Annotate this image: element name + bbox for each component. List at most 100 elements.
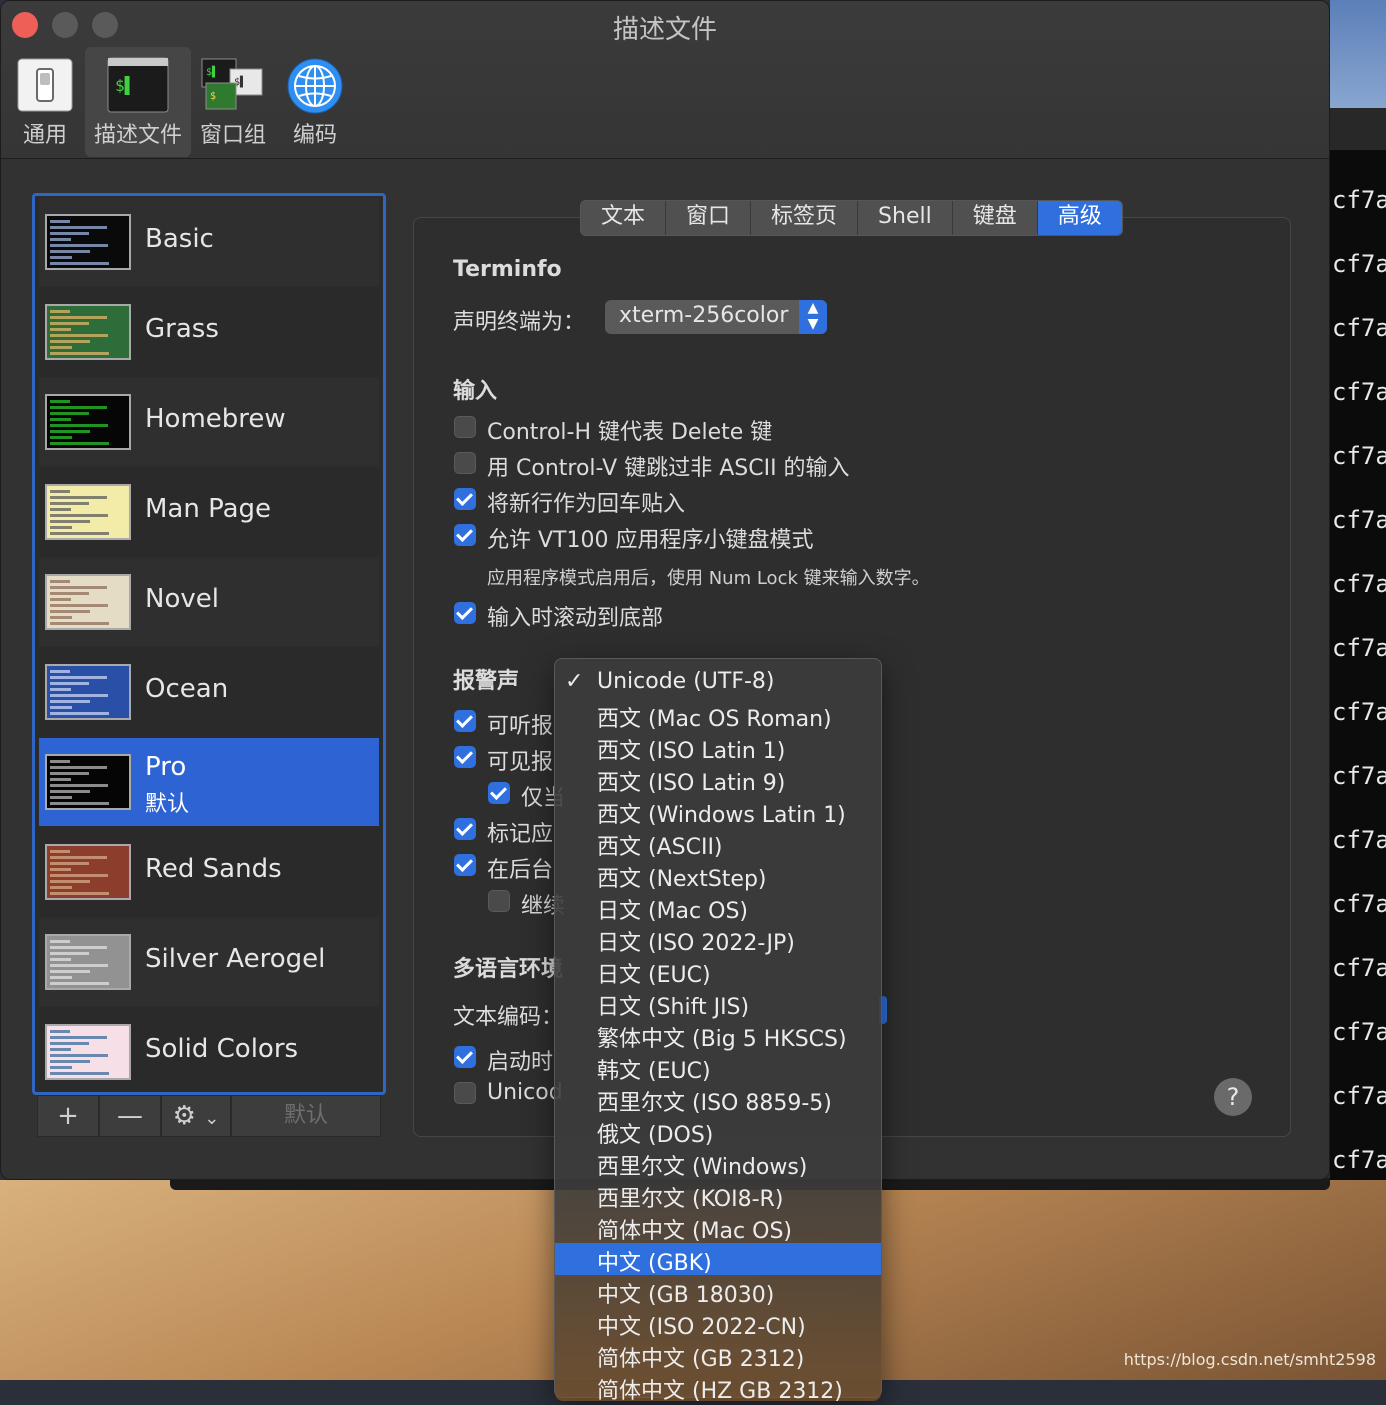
terminal-type-select[interactable]: xterm-256color ▲ ▼ — [605, 300, 827, 334]
background-terminal-titlebar — [1330, 108, 1386, 150]
text-encoding-menu[interactable]: ✓ Unicode (UTF-8) 西文 (Mac OS Roman) 西文 (ISO… — [554, 658, 882, 1404]
terminal-line: cf7a — [1332, 1018, 1386, 1046]
gear-icon: ⚙ — [172, 1101, 196, 1131]
checkbox-label: 可见报 — [487, 750, 554, 775]
encoding-menu-item[interactable]: 西文 (ASCII) — [555, 827, 881, 860]
terminal-profile-icon: $▌ — [107, 57, 169, 113]
encoding-menu-item[interactable]: 简体中文 (GB 2312) — [555, 1339, 881, 1372]
profile-row[interactable]: Basic — [39, 198, 379, 286]
terminal-line: cf7a — [1332, 378, 1386, 406]
set-default-button[interactable]: 默认 — [231, 1095, 381, 1137]
checkbox-label: 允许 VT100 应用程序小键盘模式 — [487, 528, 814, 553]
checkmark-icon: ✓ — [565, 669, 584, 694]
declare-terminal-label: 声明终端为： — [453, 310, 586, 335]
checkbox[interactable] — [454, 524, 476, 546]
terminal-line: cf7a — [1332, 634, 1386, 662]
up-down-arrows-icon: ▲ ▼ — [799, 300, 827, 334]
toolbar-general[interactable]: 通用 — [11, 47, 79, 157]
encoding-menu-item[interactable]: 简体中文 (Mac OS) — [555, 1211, 881, 1244]
encoding-menu-item[interactable]: 西里尔文 (ISO 8859-5) — [555, 1083, 881, 1116]
profile-thumbnail — [45, 574, 131, 630]
tab-1[interactable]: 窗口 — [666, 201, 752, 235]
encoding-menu-item-label: 俄文 (DOS) — [597, 1123, 714, 1148]
profile-name: Novel — [145, 584, 219, 614]
scroll-to-bottom-checkbox[interactable] — [454, 602, 476, 624]
encoding-menu-item[interactable]: 西里尔文 (Windows) — [555, 1147, 881, 1180]
profile-row[interactable]: Ocean — [39, 648, 379, 736]
profile-row[interactable]: Solid Colors — [39, 1008, 379, 1092]
encoding-menu-item[interactable]: 西文 (ISO Latin 1) — [555, 731, 881, 764]
profile-row[interactable]: Silver Aerogel — [39, 918, 379, 1006]
terminal-line: cf7a — [1332, 762, 1386, 790]
encoding-menu-item[interactable]: 日文 (Mac OS) — [555, 891, 881, 924]
checkbox[interactable] — [454, 488, 476, 510]
tab-5[interactable]: 高级 — [1037, 201, 1122, 235]
profile-row[interactable]: Homebrew — [39, 378, 379, 466]
checkbox[interactable] — [454, 710, 476, 732]
watermark: https://blog.csdn.net/smht2598 — [1123, 1350, 1376, 1369]
toolbar-profiles[interactable]: $▌ 描述文件 — [85, 47, 191, 157]
checkbox[interactable] — [454, 854, 476, 876]
checkbox[interactable] — [454, 1046, 476, 1068]
encoding-menu-item-label: 西里尔文 (ISO 8859-5) — [597, 1091, 832, 1116]
profile-thumbnail — [45, 754, 131, 810]
tab-4[interactable]: 键盘 — [953, 201, 1038, 235]
profile-row[interactable]: Pro 默认 — [39, 738, 379, 826]
profile-thumbnail — [45, 304, 131, 360]
encoding-menu-item[interactable]: 西里尔文 (KOI8-R) — [555, 1179, 881, 1212]
toolbar-encodings[interactable]: 编码 — [281, 47, 349, 157]
checkbox-label: 将新行作为回车贴入 — [487, 492, 686, 517]
checkbox[interactable] — [454, 746, 476, 768]
tab-3[interactable]: Shell — [858, 201, 953, 235]
checkbox-label: 用 Control-V 键跳过非 ASCII 的输入 — [487, 456, 850, 481]
chevron-down-icon: ⌄ — [204, 1108, 220, 1129]
checkbox[interactable] — [488, 782, 510, 804]
encoding-menu-item[interactable]: 韩文 (EUC) — [555, 1051, 881, 1084]
encoding-menu-item[interactable]: 繁体中文 (Big 5 HKSCS) — [555, 1019, 881, 1052]
encoding-menu-item[interactable]: ✓ Unicode (UTF-8) — [555, 667, 881, 699]
encoding-menu-item[interactable]: 西文 (Windows Latin 1) — [555, 795, 881, 828]
encoding-menu-item[interactable]: 中文 (GB 18030) — [555, 1275, 881, 1308]
profile-row[interactable]: Red Sands — [39, 828, 379, 916]
encoding-menu-item[interactable]: 西文 (NextStep) — [555, 859, 881, 892]
encoding-menu-item[interactable]: 中文 (GBK) — [555, 1243, 881, 1276]
tab-0[interactable]: 文本 — [581, 201, 667, 235]
svg-text:$▌: $▌ — [206, 65, 218, 78]
encoding-menu-item[interactable]: 日文 (Shift JIS) — [555, 987, 881, 1020]
remove-profile-button[interactable]: — — [99, 1095, 161, 1137]
intl-heading: 多语言环境 — [453, 957, 564, 982]
encoding-menu-item[interactable]: 日文 (EUC) — [555, 955, 881, 988]
checkbox[interactable] — [454, 818, 476, 840]
profile-row[interactable]: Novel — [39, 558, 379, 646]
encoding-menu-item[interactable]: 中文 (ISO 2022-CN) — [555, 1307, 881, 1340]
svg-text:$: $ — [210, 91, 216, 102]
checkbox[interactable] — [488, 890, 510, 912]
profile-thumbnail — [45, 844, 131, 900]
profile-row[interactable]: Grass — [39, 288, 379, 376]
add-profile-button[interactable]: + — [37, 1095, 99, 1137]
toolbar-window-groups[interactable]: $▌ $▌ $ 窗口组 — [197, 47, 269, 157]
profile-name: Ocean — [145, 674, 229, 704]
globe-icon — [287, 58, 343, 114]
checkbox-label: Unicod — [487, 1080, 563, 1105]
profile-name: Pro — [145, 752, 187, 782]
encoding-menu-item-label: 日文 (ISO 2022-JP) — [597, 931, 795, 956]
encoding-menu-item[interactable]: 日文 (ISO 2022-JP) — [555, 923, 881, 956]
profile-name: Basic — [145, 224, 214, 254]
encoding-menu-item[interactable]: 俄文 (DOS) — [555, 1115, 881, 1148]
profile-list[interactable]: Basic Grass Homebrew Man Page Novel Ocean Pro 默… — [32, 193, 386, 1095]
terminal-line: cf7a — [1332, 1146, 1386, 1174]
tab-2[interactable]: 标签页 — [751, 201, 859, 235]
encoding-menu-item[interactable]: 西文 (Mac OS Roman) — [555, 699, 881, 732]
checkbox[interactable] — [454, 452, 476, 474]
profile-row[interactable]: Man Page — [39, 468, 379, 556]
checkbox[interactable] — [454, 1082, 476, 1104]
terminal-type-value: xterm-256color — [619, 303, 789, 328]
encoding-menu-item-label: 日文 (Mac OS) — [597, 899, 748, 924]
checkbox[interactable] — [454, 416, 476, 438]
profile-actions-menu[interactable]: ⚙ ⌄ — [161, 1095, 231, 1137]
encoding-menu-item-label: 中文 (GB 18030) — [597, 1283, 775, 1308]
help-button[interactable]: ? — [1214, 1078, 1252, 1116]
encoding-menu-item[interactable]: 简体中文 (HZ GB 2312) — [555, 1371, 881, 1404]
encoding-menu-item[interactable]: 西文 (ISO Latin 9) — [555, 763, 881, 796]
